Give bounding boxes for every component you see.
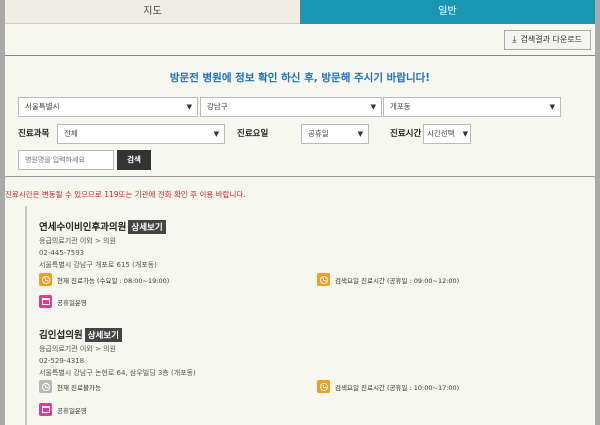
day-value: 공휴일 bbox=[308, 129, 329, 138]
clock-icon bbox=[39, 273, 52, 286]
holiday-hours: 검색요일 진료시간 (공휴일 : 09:00~12:00) bbox=[317, 273, 459, 286]
region2-value: 강남구 bbox=[207, 102, 228, 111]
holiday-note: 공휴일운영 bbox=[39, 403, 87, 416]
region1-select[interactable]: 서울특별시 ▼ bbox=[18, 97, 198, 117]
calendar-icon bbox=[39, 295, 52, 308]
region3-value: 개포동 bbox=[390, 102, 411, 111]
region1-value: 서울특별시 bbox=[25, 102, 60, 111]
time-label: 진료시간 bbox=[390, 129, 422, 139]
dept-label: 진료과목 bbox=[18, 129, 50, 139]
hospital-address: 서울특별시 강남구 논현로 64, 삼우빌딩 3층 (개포동) bbox=[39, 369, 196, 377]
chevron-down-icon: ▼ bbox=[549, 103, 555, 111]
clock-icon bbox=[317, 380, 330, 393]
day-label: 진료요일 bbox=[237, 129, 269, 139]
open-status: 현재 진료불가능 bbox=[39, 380, 101, 393]
chevron-down-icon: ▼ bbox=[213, 130, 219, 138]
hospital-name[interactable]: 연세수이비인후과의원 bbox=[39, 222, 126, 233]
holiday-hours-text: 검색요일 진료시간 (공휴일 : 10:00~17:00) bbox=[335, 383, 460, 392]
tab-map[interactable]: 지도 bbox=[5, 0, 300, 24]
open-status-text: 현재 진료가능 (수요일 : 08:00~19:00) bbox=[57, 276, 170, 285]
hospital-list: 연세수이비인후과의원 상세보기 응급의료기관 이외 > 의원 02-445-759… bbox=[25, 206, 595, 425]
region3-select[interactable]: 개포동 ▼ bbox=[383, 97, 561, 117]
list-item: 연세수이비인후과의원 상세보기 응급의료기관 이외 > 의원 02-445-759… bbox=[39, 215, 589, 308]
view-tabs: 지도 일반 bbox=[5, 0, 595, 24]
open-status: 현재 진료가능 (수요일 : 08:00~19:00) bbox=[39, 273, 169, 286]
tab-general[interactable]: 일반 bbox=[300, 0, 595, 24]
hospital-type: 응급의료기관 이외 > 의원 bbox=[39, 237, 116, 245]
detail-button[interactable]: 상세보기 bbox=[84, 328, 122, 342]
detail-button[interactable]: 상세보기 bbox=[128, 220, 166, 234]
visit-notice: 방문전 병원에 정보 확인 하신 후, 방문해 주시기 바랍니다! bbox=[169, 72, 431, 84]
clock-icon bbox=[317, 273, 330, 286]
calendar-icon bbox=[39, 403, 52, 416]
hospital-name-input[interactable] bbox=[18, 150, 114, 170]
hours-warning: 진료시간은 변동될 수 있으므로 119또는 기관에 전화 확인 후 이용 바랍… bbox=[5, 190, 246, 199]
holiday-note-text: 공휴일운영 bbox=[57, 406, 87, 415]
open-status-text: 현재 진료불가능 bbox=[57, 383, 101, 392]
download-icon: ⤓ bbox=[512, 35, 517, 45]
chevron-down-icon: ▼ bbox=[370, 103, 376, 111]
search-button[interactable]: 검색 bbox=[117, 150, 151, 170]
chevron-down-icon: ▼ bbox=[462, 130, 468, 138]
holiday-hours-text: 검색요일 진료시간 (공휴일 : 09:00~12:00) bbox=[335, 276, 460, 285]
download-bar: ⤓ 검색결과 다운로드 bbox=[5, 24, 595, 56]
day-select[interactable]: 공휴일 ▼ bbox=[301, 124, 369, 144]
hospital-phone: 02-445-7593 bbox=[39, 249, 85, 257]
region2-select[interactable]: 강남구 ▼ bbox=[200, 97, 382, 117]
hospital-phone: 02-529-4318 bbox=[39, 357, 85, 365]
hospital-type: 응급의료기관 이외 > 의원 bbox=[39, 345, 116, 353]
holiday-hours: 검색요일 진료시간 (공휴일 : 10:00~17:00) bbox=[317, 380, 459, 393]
hospital-address: 서울특별시 강남구 개포로 615 (개포동) bbox=[39, 261, 157, 269]
download-results-button[interactable]: ⤓ 검색결과 다운로드 bbox=[503, 30, 591, 50]
section-divider bbox=[5, 176, 595, 177]
time-select[interactable]: 시간선택 ▼ bbox=[423, 124, 471, 144]
dept-select[interactable]: 전체 ▼ bbox=[57, 124, 225, 144]
dept-value: 전체 bbox=[64, 129, 78, 138]
list-item: 김인섭의원 상세보기 응급의료기관 이외 > 의원 02-529-4318 서울특… bbox=[39, 323, 589, 416]
download-label: 검색결과 다운로드 bbox=[520, 35, 582, 44]
chevron-down-icon: ▼ bbox=[357, 130, 363, 138]
holiday-note: 공휴일운영 bbox=[39, 295, 87, 308]
chevron-down-icon: ▼ bbox=[186, 103, 192, 111]
time-value: 시간선택 bbox=[427, 129, 455, 138]
holiday-note-text: 공휴일운영 bbox=[57, 298, 87, 307]
app-frame: 지도 일반 ⤓ 검색결과 다운로드 방문전 병원에 정보 확인 하신 후, 방문해… bbox=[5, 0, 595, 425]
clock-icon bbox=[39, 380, 52, 393]
hospital-name[interactable]: 김인섭의원 bbox=[39, 330, 83, 341]
